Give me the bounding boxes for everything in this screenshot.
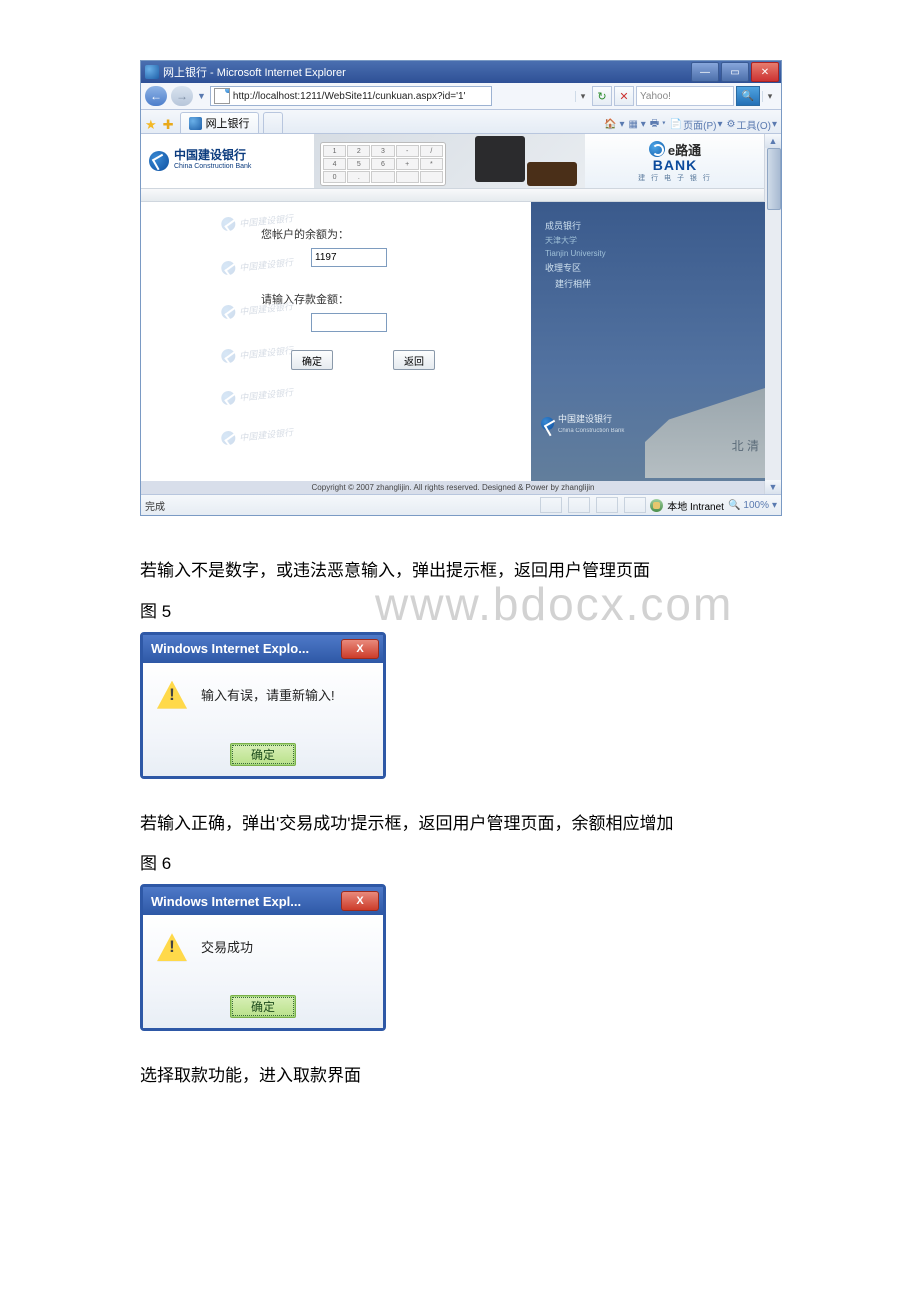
success-dialog: Windows Internet Expl... X 交易成功 确定 — [140, 884, 386, 1031]
nav-bar: ← → ▼ http://localhost:1211/WebSite11/cu… — [141, 83, 781, 110]
home-menu[interactable]: 🏠 ▾ — [604, 119, 624, 130]
zoom-control[interactable]: 🔍 100% ▾ — [728, 500, 777, 511]
description-3: 选择取款功能，进入取款界面 — [140, 1061, 780, 1092]
error-dialog: Windows Internet Explo... X 输入有误，请重新输入! … — [140, 632, 386, 779]
stop-button[interactable]: ✕ — [614, 86, 634, 106]
print-menu[interactable]: 🖶 ▾ — [650, 116, 666, 133]
forward-button[interactable]: → — [171, 86, 193, 106]
description-1: 若输入不是数字，或违法恶意输入，弹出提示框，返回用户管理页面 — [140, 556, 780, 587]
dialog-title-2: Windows Internet Expl... — [151, 894, 301, 909]
close-button[interactable]: ✕ — [751, 62, 779, 82]
bank-name-cn: 中国建设银行 — [174, 150, 251, 161]
divider-bar — [141, 188, 765, 202]
ie-browser-screenshot: 网上银行 - Microsoft Internet Explorer — ▭ ✕… — [140, 60, 782, 516]
address-dropdown[interactable]: ▾ — [575, 91, 590, 102]
rp-l4: 建行相伴 — [555, 277, 765, 290]
vertical-scrollbar[interactable]: ▲ ▼ — [764, 134, 781, 494]
url-text: http://localhost:1211/WebSite11/cunkuan.… — [233, 91, 466, 102]
elt-bank: BANK — [653, 157, 697, 173]
elt-icon — [649, 141, 665, 157]
page-icon — [214, 88, 230, 104]
keypad-graphic: 123-/456+*0. — [320, 142, 446, 186]
form-column: 中国建设银行 中国建设银行 中国建设银行 中国建设银行 中国建设银行 中国建设银… — [251, 202, 531, 481]
bank-name-en: China Construction Bank — [174, 161, 251, 172]
page-menu[interactable]: 📄 页面(P) ▾ — [670, 117, 723, 132]
page-content: ▲ ▼ 中国建设银行 China Construction Bank 123-/… — [141, 134, 781, 494]
building-graphic — [645, 388, 765, 478]
dialog-message-2: 交易成功 — [201, 933, 253, 956]
warning-icon — [157, 681, 187, 709]
dialog-close-button[interactable]: X — [341, 639, 379, 659]
scroll-thumb[interactable] — [767, 148, 781, 210]
building-text: 北 清 — [732, 437, 759, 454]
favorites-star-icon[interactable]: ★ — [145, 117, 157, 133]
status-bar: 完成 本地 Intranet 🔍 100% ▾ — [141, 494, 781, 515]
amount-input[interactable] — [311, 313, 387, 332]
add-favorite-icon[interactable]: ✚ — [163, 117, 174, 133]
zone-text: 本地 Intranet — [667, 498, 724, 513]
dialog-ok-button-2[interactable]: 确定 — [230, 995, 296, 1018]
dialog-close-button-2[interactable]: X — [341, 891, 379, 911]
right-panel: 成员银行 天津大学 Tianjin University 收理专区 建行相伴 北… — [531, 202, 765, 481]
search-input[interactable]: Yahoo! — [636, 86, 734, 106]
search-dropdown[interactable]: ▾ — [762, 91, 777, 102]
ie-icon — [145, 65, 159, 79]
ccb-low-brand: 中国建设银行 China Construction Bank — [541, 406, 624, 440]
window-titlebar: 网上银行 - Microsoft Internet Explorer — ▭ ✕ — [141, 61, 781, 83]
zone-icon — [650, 499, 663, 512]
new-tab-button[interactable] — [263, 112, 283, 133]
status-text: 完成 — [145, 498, 165, 513]
back-button[interactable]: ← — [145, 86, 167, 106]
history-dropdown[interactable]: ▼ — [197, 91, 206, 101]
dialog-ok-button-1[interactable]: 确定 — [230, 743, 296, 766]
elt-sub: 建 行 电 子 银 行 — [638, 173, 712, 183]
address-bar[interactable]: http://localhost:1211/WebSite11/cunkuan.… — [210, 86, 492, 106]
warning-icon-2 — [157, 933, 187, 961]
description-2: 若输入正确，弹出'交易成功'提示框，返回用户管理页面，余额相应增加 — [140, 809, 780, 840]
browser-tab[interactable]: 网上银行 — [180, 112, 259, 133]
page-banner: 中国建设银行 China Construction Bank 123-/456+… — [141, 134, 765, 188]
feed-menu[interactable]: ▦ ▾ — [629, 119, 646, 130]
search-button[interactable]: 🔍 — [736, 86, 760, 106]
dialog-title-1: Windows Internet Explo... — [151, 641, 309, 656]
scroll-up-button[interactable]: ▲ — [765, 134, 781, 148]
rp-l2: Tianjin University — [545, 249, 765, 258]
figure-5-label: 图 5 — [140, 597, 780, 622]
dialog-message-1: 输入有误，请重新输入! — [201, 681, 335, 704]
abacus-graphic — [527, 162, 577, 186]
rp-l3: 收理专区 — [545, 261, 765, 274]
window-title: 网上银行 - Microsoft Internet Explorer — [163, 64, 346, 80]
calculator-graphic — [475, 136, 525, 182]
back-button-form[interactable]: 返回 — [393, 350, 435, 370]
maximize-button[interactable]: ▭ — [721, 62, 749, 82]
ccb-logo-icon — [149, 151, 169, 171]
refresh-button[interactable]: ↻ — [592, 86, 612, 106]
tab-bar: ★ ✚ 网上银行 🏠 ▾ ▦ ▾ 🖶 ▾ 📄 页面(P) ▾ ⚙ 工具(O) ▾ — [141, 110, 781, 134]
figure-6-label: 图 6 — [140, 849, 780, 874]
tools-menu[interactable]: ⚙ 工具(O) ▾ — [727, 117, 777, 132]
tab-label: 网上银行 — [206, 115, 250, 131]
page-footer: Copyright © 2007 zhanglijin. All rights … — [141, 481, 765, 494]
minimize-button[interactable]: — — [691, 62, 719, 82]
scroll-down-button[interactable]: ▼ — [765, 480, 781, 494]
rp-l1: 成员银行 — [545, 219, 765, 232]
tab-ie-icon — [189, 117, 202, 130]
